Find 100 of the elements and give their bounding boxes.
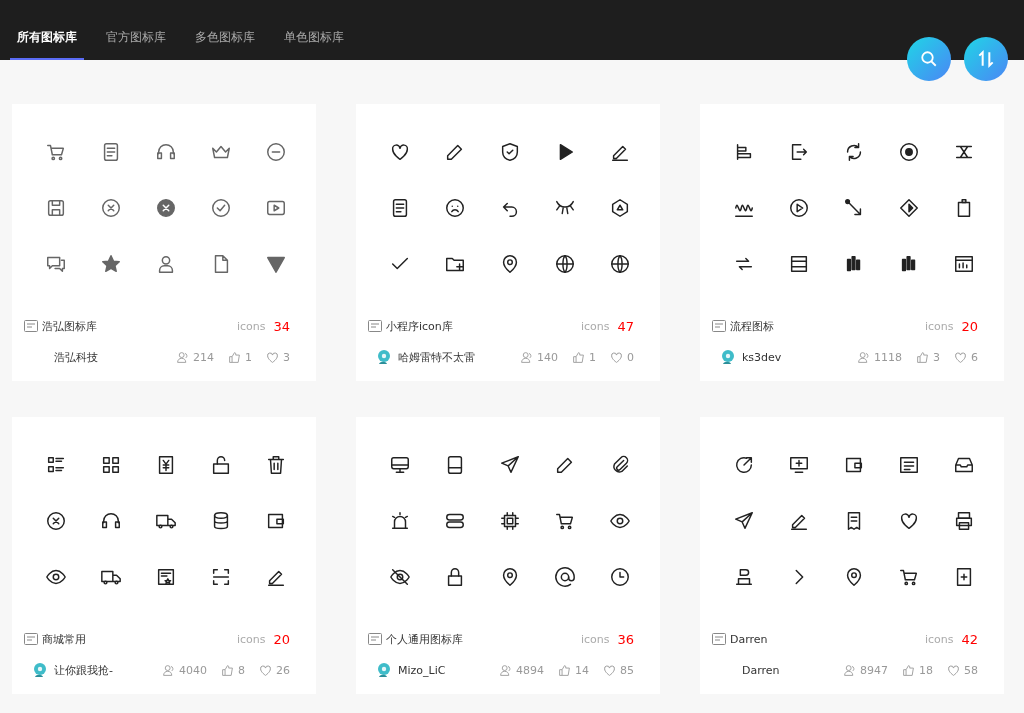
library-name[interactable]: 小程序icon库 xyxy=(386,318,581,334)
author-name[interactable]: Mizo_LiC xyxy=(398,663,499,677)
search-icon xyxy=(920,50,938,68)
like-count: 8 xyxy=(238,663,245,677)
id-card-icon xyxy=(897,454,920,476)
close-circle-icon xyxy=(44,510,67,532)
thumbs-up-icon[interactable] xyxy=(228,350,241,364)
monitor-plus-icon xyxy=(787,454,810,476)
favorite-count: 6 xyxy=(971,350,978,364)
globe-icon xyxy=(553,253,576,275)
heart-icon[interactable] xyxy=(603,663,616,677)
library-name[interactable]: 流程图标 xyxy=(730,318,925,334)
favorite-count: 85 xyxy=(620,663,634,677)
at-sign-icon xyxy=(553,566,576,588)
sort-icon xyxy=(976,49,996,69)
star-icon xyxy=(99,253,122,275)
library-icon xyxy=(368,633,382,645)
icon-count: 36 xyxy=(617,631,634,647)
library-icon xyxy=(368,320,382,332)
author-name[interactable]: ks3dev xyxy=(742,350,857,364)
thumbs-up-icon[interactable] xyxy=(902,663,915,677)
thumbs-up-icon[interactable] xyxy=(572,350,585,364)
play-circle-icon xyxy=(787,197,810,219)
library-name[interactable]: 个人通用图标库 xyxy=(386,631,581,647)
thumbs-up-icon[interactable] xyxy=(558,663,571,677)
like-count: 3 xyxy=(933,350,940,364)
icon-library-card[interactable]: Darren icons 42 Darren 8947 18 58 xyxy=(700,417,1004,694)
icon-count: 42 xyxy=(961,631,978,647)
view-count: 214 xyxy=(193,350,214,364)
icons-label: icons xyxy=(236,319,266,333)
eye-off-icon xyxy=(388,566,411,588)
heart-icon[interactable] xyxy=(610,350,623,364)
check-circle-icon xyxy=(209,197,232,219)
category-tab[interactable]: 所有图标库 xyxy=(10,29,84,60)
icon-library-card[interactable]: 浩弘图标库 icons 34 浩弘科技 214 1 3 xyxy=(12,104,316,381)
thumbs-up-icon[interactable] xyxy=(916,350,929,364)
users-icon xyxy=(162,663,175,677)
library-icon xyxy=(24,320,38,332)
clock-icon xyxy=(608,566,631,588)
close-circle-icon xyxy=(99,197,122,219)
favorite-count: 0 xyxy=(627,350,634,364)
users-icon xyxy=(520,350,533,364)
close-circle-icon xyxy=(154,197,177,219)
like-count: 14 xyxy=(575,663,589,677)
heart-icon[interactable] xyxy=(266,350,279,364)
author-name[interactable]: 让你跟我抢- xyxy=(54,662,162,678)
icon-library-card[interactable]: 流程图标 icons 20 ks3dev 1118 3 6 xyxy=(700,104,1004,381)
chart-box-icon xyxy=(952,253,975,275)
heart-icon[interactable] xyxy=(954,350,967,364)
icons-label: icons xyxy=(924,632,954,646)
category-tab[interactable]: 官方图标库 xyxy=(99,29,173,60)
view-count: 140 xyxy=(537,350,558,364)
send-icon xyxy=(498,454,521,476)
favorite-count: 3 xyxy=(283,350,290,364)
diamond-icon xyxy=(897,197,920,219)
heart-icon[interactable] xyxy=(259,663,272,677)
favorite-count: 58 xyxy=(964,663,978,677)
users-icon xyxy=(499,663,512,677)
library-name[interactable]: 商城常用 xyxy=(42,631,237,647)
view-count: 4894 xyxy=(516,663,544,677)
library-name[interactable]: Darren xyxy=(730,632,925,646)
icon-count: 20 xyxy=(273,631,290,647)
view-count: 8947 xyxy=(860,663,888,677)
icon-library-card[interactable]: 商城常用 icons 20 让你跟我抢- 4040 8 26 xyxy=(12,417,316,694)
heart-icon[interactable] xyxy=(947,663,960,677)
minus-circle-icon xyxy=(264,141,287,163)
favorite-count: 26 xyxy=(276,663,290,677)
view-count: 4040 xyxy=(179,663,207,677)
author-name[interactable]: 浩弘科技 xyxy=(54,349,176,365)
library-name[interactable]: 浩弘图标库 xyxy=(42,318,237,334)
library-icon xyxy=(712,633,726,645)
category-tab[interactable]: 多色图标库 xyxy=(188,29,262,60)
icons-label: icons xyxy=(580,632,610,646)
chip-icon xyxy=(498,510,521,532)
globe-icon xyxy=(608,253,631,275)
like-count: 1 xyxy=(589,350,596,364)
category-tab[interactable]: 单色图标库 xyxy=(277,29,351,60)
sort-button[interactable] xyxy=(964,37,1008,81)
icons-label: icons xyxy=(236,632,266,646)
users-icon xyxy=(176,350,189,364)
icon-count: 34 xyxy=(273,318,290,334)
monitor-icon xyxy=(388,454,411,476)
thumbs-up-icon[interactable] xyxy=(221,663,234,677)
icon-library-card[interactable]: 小程序icon库 icons 47 哈姆雷特不太雷 140 1 0 xyxy=(356,104,660,381)
icon-library-card[interactable]: 个人通用图标库 icons 36 Mizo_LiC 4894 14 85 xyxy=(356,417,660,694)
library-icon xyxy=(712,320,726,332)
users-icon xyxy=(843,663,856,677)
icon-count: 47 xyxy=(617,318,634,334)
icon-count: 20 xyxy=(961,318,978,334)
sad-face-icon xyxy=(443,197,466,219)
icons-label: icons xyxy=(924,319,954,333)
like-count: 1 xyxy=(245,350,252,364)
author-name[interactable]: 哈姆雷特不太雷 xyxy=(398,349,520,365)
like-count: 18 xyxy=(919,663,933,677)
send-icon xyxy=(732,510,755,532)
users-icon xyxy=(857,350,870,364)
record-icon xyxy=(897,141,920,163)
author-name[interactable]: Darren xyxy=(742,663,843,677)
search-button[interactable] xyxy=(907,37,951,81)
icons-label: icons xyxy=(580,319,610,333)
